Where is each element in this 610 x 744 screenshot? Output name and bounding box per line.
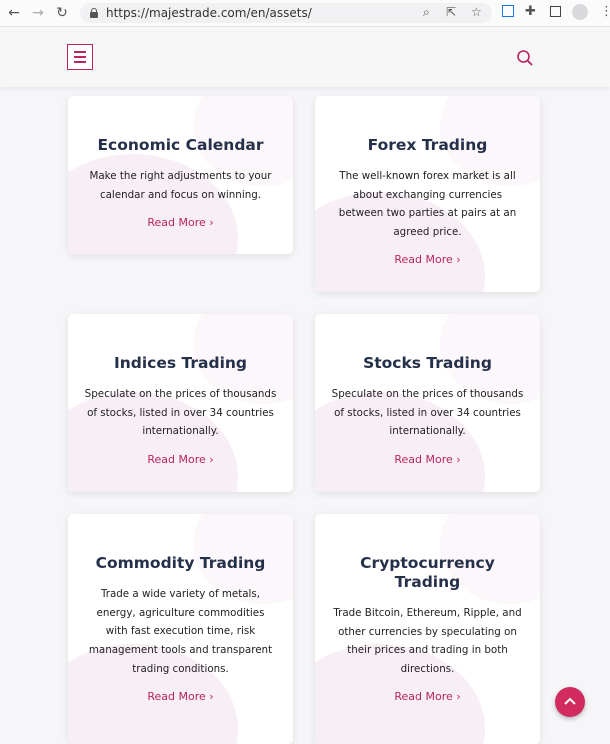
zoom-icon[interactable]: ⌕ bbox=[423, 5, 430, 20]
card-description: The well-known forex market is all about… bbox=[338, 170, 517, 239]
card-title: Stocks Trading bbox=[363, 354, 492, 372]
side-panel-icon[interactable] bbox=[550, 6, 561, 17]
extensions-puzzle-icon[interactable]: ✚ bbox=[525, 4, 536, 19]
scroll-to-top-button[interactable] bbox=[555, 687, 585, 717]
card-description: Trade Bitcoin, Ethereum, Ripple, and oth… bbox=[333, 607, 522, 676]
chevron-right-icon: › bbox=[456, 453, 461, 466]
chevron-right-icon: › bbox=[209, 690, 214, 703]
browser-toolbar: ← → ↻ https://majestrade.com/en/assets/ … bbox=[0, 0, 610, 27]
card-commodity-trading: Commodity Trading Trade a wide variety o… bbox=[68, 514, 293, 744]
bookmark-star-icon[interactable]: ☆ bbox=[471, 5, 482, 19]
search-icon[interactable] bbox=[516, 49, 534, 67]
chevron-right-icon: › bbox=[209, 216, 214, 229]
site-header bbox=[0, 27, 610, 87]
back-icon[interactable]: ← bbox=[4, 3, 24, 23]
extension-icon[interactable] bbox=[502, 5, 514, 17]
forward-icon[interactable]: → bbox=[28, 3, 48, 23]
read-more-link[interactable]: Read More › bbox=[315, 253, 540, 266]
card-indices-trading: Indices Trading Speculate on the prices … bbox=[68, 314, 293, 492]
card-cryptocurrency-trading: Cryptocurrency Trading Trade Bitcoin, Et… bbox=[315, 514, 540, 744]
url-text: https://majestrade.com/en/assets/ bbox=[106, 6, 312, 20]
chevron-up-icon bbox=[564, 697, 576, 705]
card-forex-trading: Forex Trading The well-known forex marke… bbox=[315, 96, 540, 292]
share-icon[interactable]: ⇱ bbox=[446, 5, 456, 19]
hamburger-menu-button[interactable] bbox=[67, 44, 93, 70]
read-more-link[interactable]: Read More › bbox=[315, 453, 540, 466]
card-description: Trade a wide variety of metals, energy, … bbox=[88, 588, 273, 675]
read-more-link[interactable]: Read More › bbox=[68, 690, 293, 703]
reload-icon[interactable]: ↻ bbox=[52, 3, 72, 23]
card-title: Forex Trading bbox=[367, 136, 488, 154]
card-title: Economic Calendar bbox=[97, 136, 264, 154]
read-more-link[interactable]: Read More › bbox=[315, 690, 540, 703]
card-title: Commodity Trading bbox=[95, 554, 266, 572]
lock-icon bbox=[90, 8, 98, 18]
more-menu-icon[interactable]: ⋮ bbox=[600, 4, 610, 19]
chevron-right-icon: › bbox=[209, 453, 214, 466]
chevron-right-icon: › bbox=[456, 690, 461, 703]
card-title: Cryptocurrency Trading bbox=[360, 554, 495, 591]
card-title: Indices Trading bbox=[113, 354, 248, 372]
card-economic-calendar: Economic Calendar Make the right adjustm… bbox=[68, 96, 293, 254]
card-stocks-trading: Stocks Trading Speculate on the prices o… bbox=[315, 314, 540, 492]
card-description: Speculate on the prices of thousands of … bbox=[331, 388, 524, 438]
card-description: Make the right adjustments to your calen… bbox=[89, 170, 272, 201]
card-description: Speculate on the prices of thousands of … bbox=[84, 388, 277, 438]
read-more-link[interactable]: Read More › bbox=[68, 453, 293, 466]
profile-avatar-icon[interactable] bbox=[572, 4, 588, 20]
read-more-link[interactable]: Read More › bbox=[68, 216, 293, 229]
address-bar[interactable]: https://majestrade.com/en/assets/ ⌕ ⇱ ☆ bbox=[80, 3, 492, 23]
chevron-right-icon: › bbox=[456, 253, 461, 266]
